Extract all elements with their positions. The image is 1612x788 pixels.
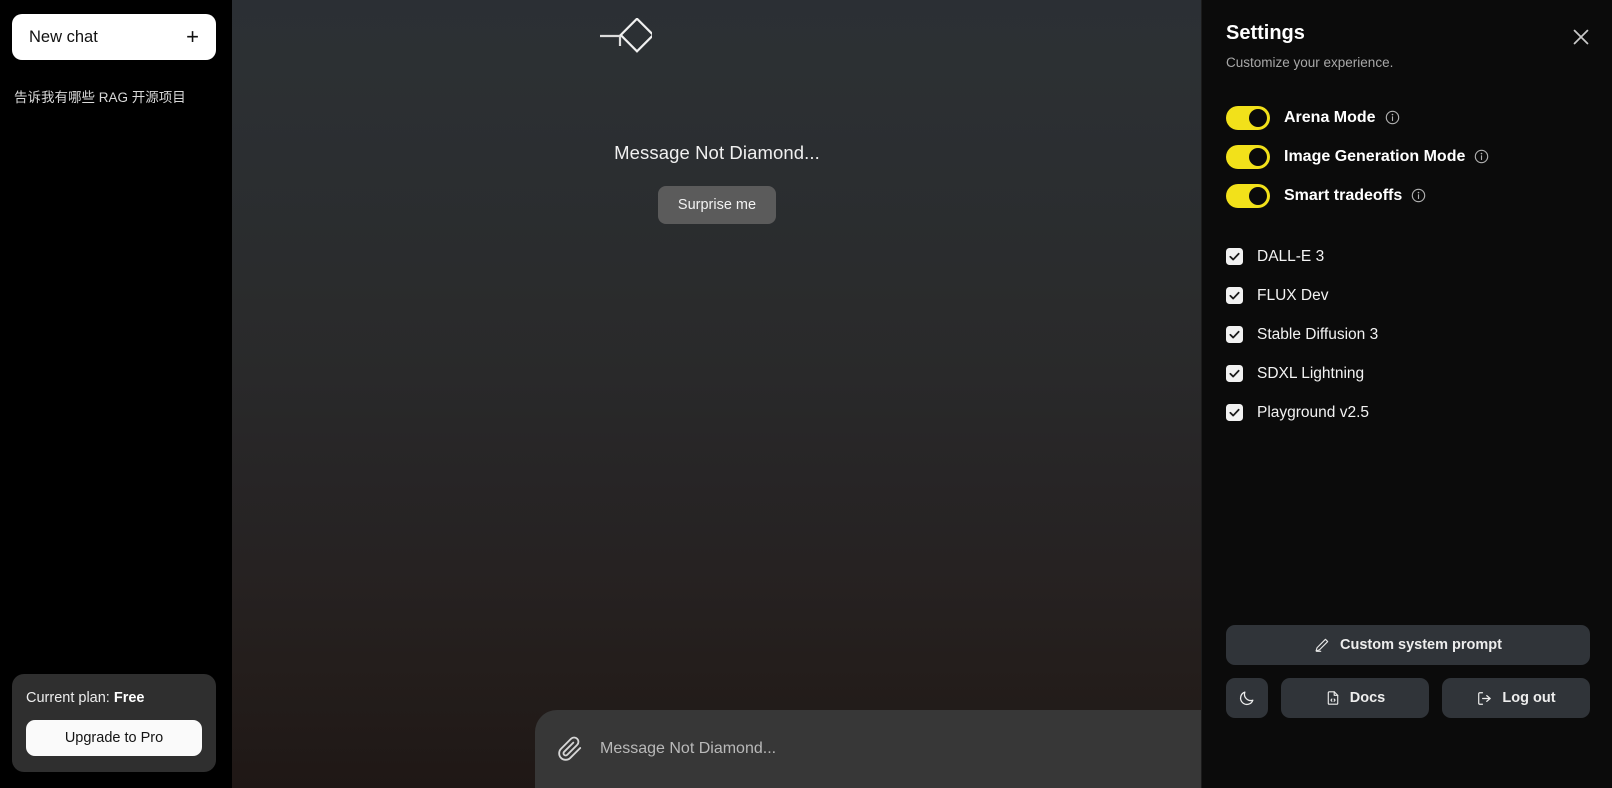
checkbox-flux-dev[interactable] — [1226, 287, 1243, 304]
logout-label: Log out — [1502, 690, 1556, 706]
settings-title: Settings — [1226, 22, 1305, 44]
upgrade-to-pro-button[interactable]: Upgrade to Pro — [26, 720, 202, 756]
logout-icon — [1476, 690, 1493, 707]
settings-panel: Settings Customize your experience. Aren… — [1201, 0, 1612, 788]
checkbox-dall-e-3[interactable] — [1226, 248, 1243, 265]
custom-system-prompt-label: Custom system prompt — [1340, 637, 1502, 653]
custom-system-prompt-button[interactable]: Custom system prompt — [1226, 625, 1590, 665]
settings-spacer — [1226, 432, 1590, 625]
checkbox-row-dall-e-3: DALL-E 3 — [1226, 237, 1590, 276]
checkbox-row-stable-diffusion-3: Stable Diffusion 3 — [1226, 315, 1590, 354]
checkbox-sdxl-lightning[interactable] — [1226, 365, 1243, 382]
docs-button[interactable]: Docs — [1281, 678, 1429, 718]
checkbox-row-sdxl-lightning: SDXL Lightning — [1226, 354, 1590, 393]
plus-icon: + — [186, 24, 199, 49]
toggle-row-smart-tradeoffs: Smart tradeoffs — [1226, 176, 1590, 215]
toggle-row-arena-mode: Arena Mode — [1226, 98, 1590, 137]
logout-button[interactable]: Log out — [1442, 678, 1590, 718]
checkbox-label: SDXL Lightning — [1257, 364, 1365, 382]
toggle-knob — [1249, 108, 1267, 127]
settings-footer: Custom system prompt Docs Log out — [1226, 625, 1590, 788]
plan-value: Free — [113, 690, 145, 706]
sidebar: New chat + 告诉我有哪些 RAG 开源项目 Current plan:… — [0, 0, 232, 788]
model-checkbox-group: DALL-E 3 FLUX Dev Stable Diffusion 3 SDX… — [1226, 237, 1590, 432]
toggle-arena-mode[interactable] — [1226, 105, 1270, 130]
paperclip-icon[interactable] — [557, 736, 583, 762]
checkbox-label: Playground v2.5 — [1257, 403, 1370, 421]
settings-header: Settings Customize your experience. — [1226, 22, 1590, 70]
toggle-smart-tradeoffs[interactable] — [1226, 183, 1270, 208]
new-chat-label: New chat — [29, 27, 98, 46]
toggle-row-image-generation-mode: Image Generation Mode — [1226, 137, 1590, 176]
moon-icon — [1238, 689, 1256, 707]
checkbox-label: Stable Diffusion 3 — [1257, 325, 1379, 343]
pencil-icon — [1314, 637, 1330, 653]
diamond-logo — [592, 18, 652, 58]
surprise-me-button[interactable]: Surprise me — [657, 186, 777, 224]
toggle-label: Smart tradeoffs — [1284, 186, 1403, 204]
checkbox-row-flux-dev: FLUX Dev — [1226, 276, 1590, 315]
toggle-knob — [1249, 147, 1267, 166]
toggle-label: Arena Mode — [1284, 108, 1376, 126]
info-icon[interactable] — [1474, 149, 1489, 164]
checkbox-stable-diffusion-3[interactable] — [1226, 326, 1243, 343]
app-root: New chat + 告诉我有哪些 RAG 开源项目 Current plan:… — [0, 0, 1612, 788]
empty-state: Message Not Diamond... Surprise me — [232, 142, 1202, 224]
info-icon[interactable] — [1411, 188, 1426, 203]
checkbox-label: DALL-E 3 — [1257, 247, 1325, 265]
theme-toggle-button[interactable] — [1226, 678, 1268, 718]
info-icon[interactable] — [1385, 110, 1400, 125]
checkbox-playground-v2-5[interactable] — [1226, 404, 1243, 421]
checkbox-label: FLUX Dev — [1257, 286, 1329, 304]
toggle-label: Image Generation Mode — [1284, 147, 1466, 165]
plan-prefix-label: Current plan: — [26, 690, 110, 706]
footer-button-row: Docs Log out — [1226, 678, 1590, 718]
chat-history-list: 告诉我有哪些 RAG 开源项目 — [0, 82, 232, 674]
close-icon[interactable] — [1568, 24, 1594, 50]
current-plan-card: Current plan: Free Upgrade to Pro — [12, 674, 216, 772]
list-item[interactable]: 告诉我有哪些 RAG 开源项目 — [12, 82, 220, 110]
page-title: Message Not Diamond... — [614, 142, 820, 163]
toggle-group: Arena Mode Image Generation Mode Smart t… — [1226, 98, 1590, 215]
toggle-image-generation-mode[interactable] — [1226, 144, 1270, 169]
plan-status: Current plan: Free — [26, 690, 202, 706]
toggle-knob — [1249, 186, 1267, 205]
file-code-icon — [1325, 690, 1341, 706]
docs-label: Docs — [1349, 690, 1386, 706]
settings-subtitle: Customize your experience. — [1226, 55, 1394, 70]
checkbox-row-playground-v2-5: Playground v2.5 — [1226, 393, 1590, 432]
new-chat-button[interactable]: New chat + — [12, 14, 216, 60]
